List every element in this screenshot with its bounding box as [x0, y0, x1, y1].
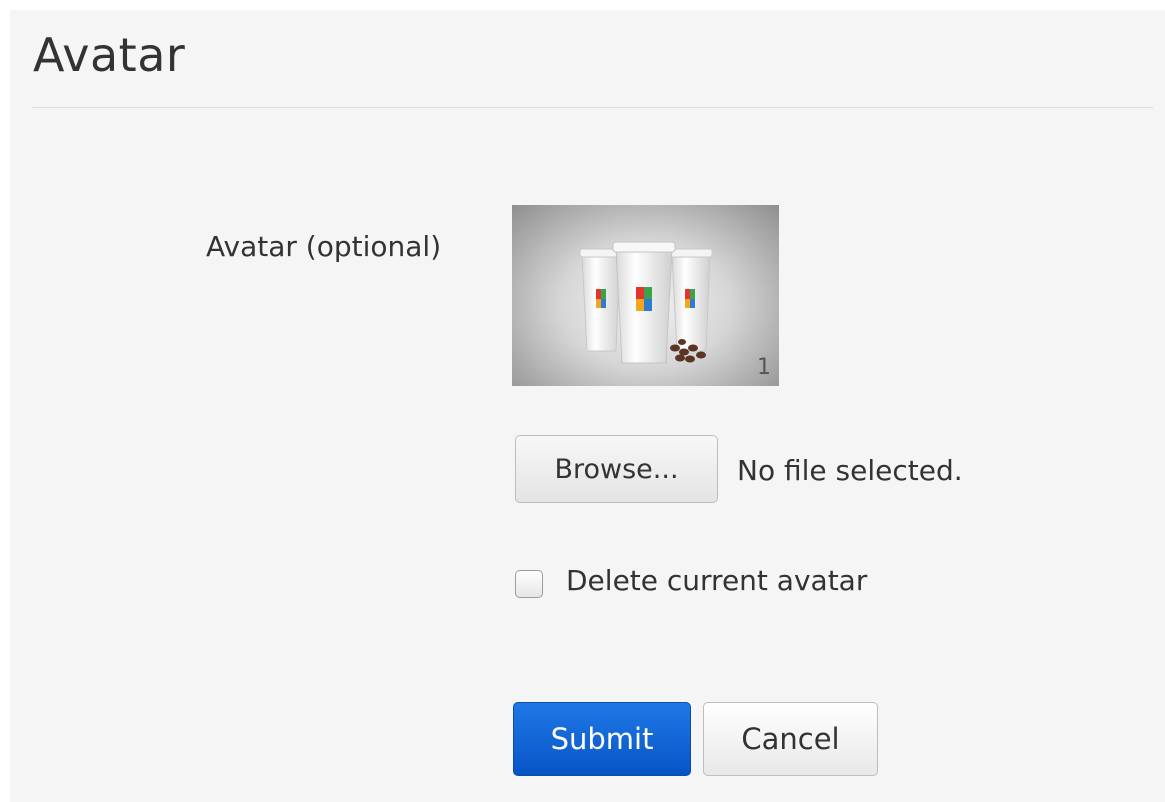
browse-button[interactable]: Browse...: [515, 435, 718, 503]
page-title: Avatar: [33, 28, 186, 82]
file-status-text: No file selected.: [737, 454, 963, 487]
delete-avatar-checkbox[interactable]: [515, 570, 543, 598]
preview-badge: 1: [757, 355, 771, 380]
avatar-panel: Avatar Avatar (optional) 1 Browse... No …: [10, 10, 1165, 802]
avatar-preview-image: 1: [512, 205, 779, 386]
cups-photo-icon: [579, 241, 713, 364]
submit-button[interactable]: Submit: [513, 702, 691, 776]
avatar-field-label: Avatar (optional): [206, 230, 442, 263]
cancel-button[interactable]: Cancel: [703, 702, 878, 776]
title-divider: [32, 107, 1153, 108]
delete-avatar-label[interactable]: Delete current avatar: [566, 564, 867, 597]
